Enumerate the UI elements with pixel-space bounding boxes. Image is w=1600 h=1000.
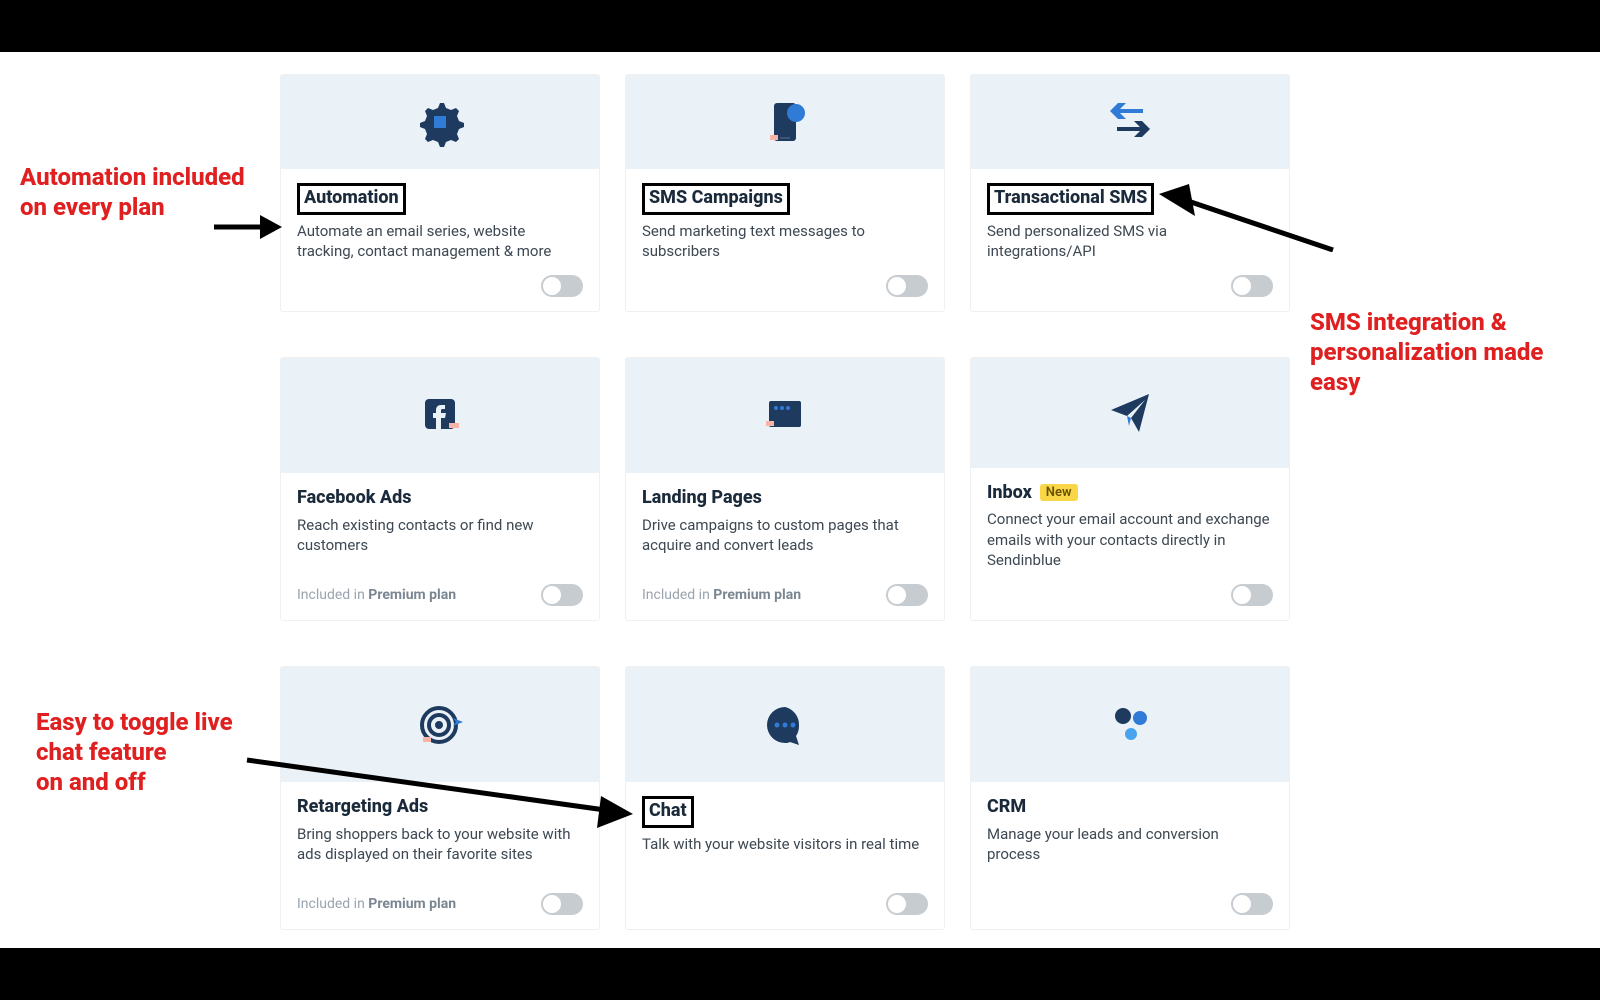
arrow-to-automation bbox=[212, 207, 282, 247]
card-title: CRM bbox=[987, 796, 1026, 818]
plan-note: Included in Premium plan bbox=[297, 587, 456, 603]
toggle-automation[interactable] bbox=[541, 275, 583, 297]
crm-icon-area bbox=[971, 667, 1289, 782]
toggle-facebook-ads[interactable] bbox=[541, 584, 583, 606]
letterbox-top bbox=[0, 0, 1600, 52]
letterbox-bottom bbox=[0, 948, 1600, 1000]
toggle-landing-pages[interactable] bbox=[886, 584, 928, 606]
arrow-to-chat bbox=[245, 752, 635, 832]
card-title: Transactional SMS bbox=[987, 183, 1154, 215]
landing-pages-icon-area bbox=[626, 358, 944, 473]
plan-note: Included in Premium plan bbox=[297, 896, 456, 912]
card-title: Automation bbox=[297, 183, 406, 215]
card-title: Inbox bbox=[987, 482, 1032, 504]
chat-bubble-icon bbox=[760, 700, 810, 750]
annotation-sms: SMS integration & personalization made e… bbox=[1310, 307, 1580, 397]
card-inbox: Inbox New Connect your email account and… bbox=[970, 357, 1290, 621]
card-chat: Chat Talk with your website visitors in … bbox=[625, 666, 945, 930]
target-icon bbox=[415, 700, 465, 750]
card-automation: Automation Automate an email series, web… bbox=[280, 74, 600, 312]
card-desc: Send marketing text messages to subscrib… bbox=[642, 221, 928, 262]
card-facebook-ads: Facebook Ads Reach existing contacts or … bbox=[280, 357, 600, 621]
inbox-icon-area bbox=[971, 358, 1289, 468]
facebook-ads-icon-area bbox=[281, 358, 599, 473]
toggle-transactional-sms[interactable] bbox=[1231, 275, 1273, 297]
card-desc: Talk with your website visitors in real … bbox=[642, 834, 928, 854]
card-title: Chat bbox=[642, 796, 694, 828]
transactional-sms-icon-area bbox=[971, 75, 1289, 169]
browser-window-icon bbox=[760, 391, 810, 441]
annotation-chat: Easy to toggle live chat feature on and … bbox=[36, 707, 256, 797]
card-desc: Connect your email account and exchange … bbox=[987, 509, 1273, 570]
paper-plane-icon bbox=[1105, 388, 1155, 438]
card-title: Landing Pages bbox=[642, 487, 762, 509]
new-badge: New bbox=[1040, 484, 1078, 501]
card-crm: CRM Manage your leads and conversion pro… bbox=[970, 666, 1290, 930]
chat-icon-area bbox=[626, 667, 944, 782]
toggle-inbox[interactable] bbox=[1231, 584, 1273, 606]
toggle-retargeting[interactable] bbox=[541, 893, 583, 915]
card-desc: Drive campaigns to custom pages that acq… bbox=[642, 515, 928, 556]
sms-campaigns-icon-area bbox=[626, 75, 944, 169]
card-title: Facebook Ads bbox=[297, 487, 411, 509]
toggle-chat[interactable] bbox=[886, 893, 928, 915]
toggle-crm[interactable] bbox=[1231, 893, 1273, 915]
arrow-to-transactional bbox=[1155, 182, 1335, 252]
stage: Automation Automate an email series, web… bbox=[0, 52, 1600, 948]
card-landing-pages: Landing Pages Drive campaigns to custom … bbox=[625, 357, 945, 621]
arrows-exchange-icon bbox=[1105, 97, 1155, 147]
automation-icon-area bbox=[281, 75, 599, 169]
facebook-icon bbox=[415, 391, 465, 441]
card-desc: Automate an email series, website tracki… bbox=[297, 221, 583, 262]
plan-note: Included in Premium plan bbox=[642, 587, 801, 603]
gear-icon bbox=[415, 97, 465, 147]
toggle-sms-campaigns[interactable] bbox=[886, 275, 928, 297]
card-desc: Manage your leads and conversion process bbox=[987, 824, 1273, 865]
card-sms-campaigns: SMS Campaigns Send marketing text messag… bbox=[625, 74, 945, 312]
phone-icon bbox=[760, 97, 810, 147]
card-title: SMS Campaigns bbox=[642, 183, 790, 215]
card-desc: Reach existing contacts or find new cust… bbox=[297, 515, 583, 556]
nodes-icon bbox=[1105, 700, 1155, 750]
